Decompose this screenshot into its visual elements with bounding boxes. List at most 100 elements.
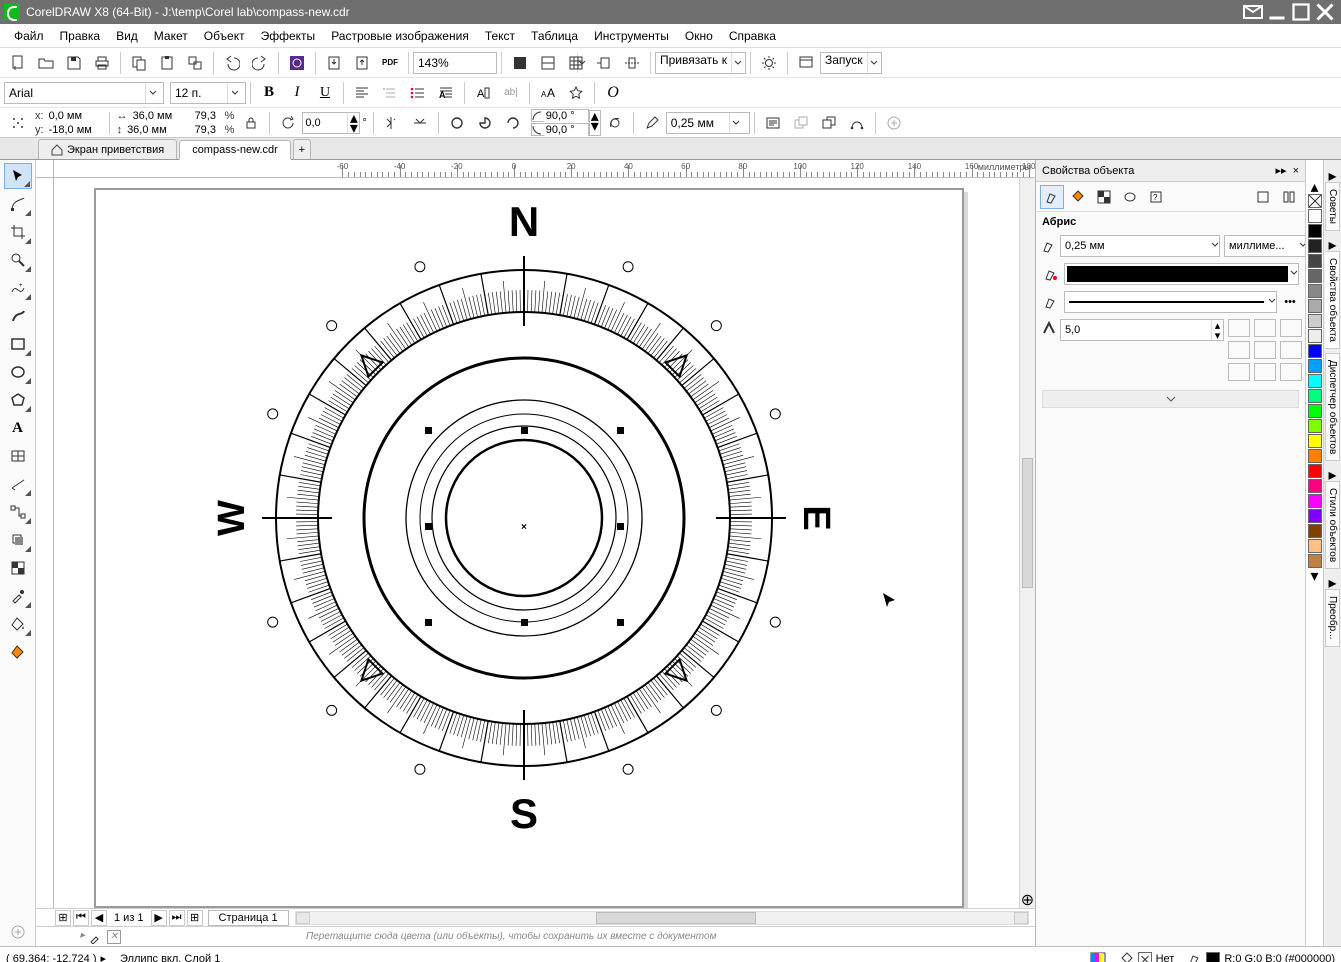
outline-color-field[interactable] xyxy=(1064,263,1299,285)
handle-w[interactable] xyxy=(425,523,432,530)
docker-tab-summary[interactable]: ? xyxy=(1144,185,1168,209)
edit-text-button[interactable]: ab| xyxy=(498,80,524,106)
rectangle-tool[interactable] xyxy=(4,331,32,357)
zoom-toggle-icon[interactable]: ⊕ xyxy=(1020,892,1035,908)
tab-add[interactable]: + xyxy=(293,139,311,159)
ellipse-tool[interactable] xyxy=(4,359,32,385)
cap-round[interactable] xyxy=(1254,341,1276,359)
palette-up-icon[interactable]: ▴ xyxy=(1310,180,1318,194)
font-dropdown[interactable] xyxy=(4,82,164,104)
ellipse-pie-button[interactable] xyxy=(472,110,498,136)
handle-ne[interactable] xyxy=(617,427,624,434)
swatch-14[interactable] xyxy=(1308,419,1322,433)
swatch-8[interactable] xyxy=(1308,329,1322,343)
font-value[interactable] xyxy=(5,83,145,103)
sidetab-transformations[interactable]: Преобр... xyxy=(1325,589,1340,647)
swatch-11[interactable] xyxy=(1308,374,1322,388)
swatch-22[interactable] xyxy=(1308,539,1322,553)
palette-down-icon[interactable]: ▾ xyxy=(1310,569,1318,583)
handle-n[interactable] xyxy=(521,427,528,434)
zoom-tool[interactable] xyxy=(4,247,32,273)
content-exchange-button[interactable] xyxy=(284,50,310,76)
menu-bitmaps[interactable]: Растровые изображения xyxy=(323,27,477,45)
pos-x-field[interactable]: x: xyxy=(32,109,105,122)
menu-edit[interactable]: Правка xyxy=(52,27,109,45)
page-add-after-button[interactable]: ⊞ xyxy=(187,910,203,926)
import-button[interactable] xyxy=(321,50,347,76)
swatch-13[interactable] xyxy=(1308,404,1322,418)
swatch-17[interactable] xyxy=(1308,464,1322,478)
print-button[interactable] xyxy=(89,50,115,76)
zoom-dropdown[interactable] xyxy=(413,52,497,74)
corner-round[interactable] xyxy=(1254,319,1276,337)
swatch-20[interactable] xyxy=(1308,509,1322,523)
swatch-4[interactable] xyxy=(1308,269,1322,283)
minimize-button[interactable] xyxy=(1265,2,1289,22)
handle-e[interactable] xyxy=(617,523,624,530)
quick-customize-tools[interactable] xyxy=(4,919,32,945)
font-variation-button[interactable]: O xyxy=(600,80,626,106)
height-field[interactable]: ↕ xyxy=(114,123,189,136)
pos-outside[interactable] xyxy=(1228,363,1250,381)
docker-view-single[interactable] xyxy=(1251,185,1275,209)
menu-tools[interactable]: Инструменты xyxy=(586,27,677,45)
swatch-15[interactable] xyxy=(1308,434,1322,448)
pos-center[interactable] xyxy=(1254,363,1276,381)
scale-y-field[interactable]: % xyxy=(193,123,238,136)
handle-sw[interactable] xyxy=(425,619,432,626)
options-button[interactable] xyxy=(756,50,782,76)
pos-inside[interactable] xyxy=(1280,363,1302,381)
launch-icon[interactable] xyxy=(793,50,819,76)
copy-button[interactable] xyxy=(126,50,152,76)
sidetab-hints[interactable]: Советы xyxy=(1325,182,1340,231)
sidetab-object-properties[interactable]: Свойства объекта xyxy=(1325,251,1340,349)
page-add-button[interactable]: ⊞ xyxy=(55,910,71,926)
docker-tab-outline[interactable] xyxy=(1040,185,1064,209)
swatch-5[interactable] xyxy=(1308,284,1322,298)
status-fill[interactable]: Нет xyxy=(1120,952,1175,962)
arc-direction-button[interactable] xyxy=(602,110,628,136)
mirror-h-button[interactable] xyxy=(379,110,405,136)
snap-dropdown[interactable]: Привязать к xyxy=(655,52,746,74)
dropcap-button[interactable]: A xyxy=(433,80,459,106)
menu-layout[interactable]: Макет xyxy=(146,27,196,45)
swatch-18[interactable] xyxy=(1308,479,1322,493)
docker-tab-transparency[interactable] xyxy=(1092,185,1116,209)
dynamic-guides-button[interactable] xyxy=(591,50,617,76)
pdf-button[interactable]: PDF xyxy=(377,50,403,76)
menu-object[interactable]: Объект xyxy=(196,27,253,45)
ruler-horizontal[interactable]: миллиметры -60-40-2002040608010012014016… xyxy=(54,160,1035,178)
notifications-icon[interactable] xyxy=(1241,2,1265,22)
rotation-field[interactable]: ▴▾ xyxy=(302,112,360,134)
hscroll-right[interactable] xyxy=(1014,912,1028,924)
swatch-0[interactable] xyxy=(1308,209,1322,223)
favorites-button[interactable] xyxy=(563,80,589,106)
menu-help[interactable]: Справка xyxy=(721,27,784,45)
menu-file[interactable]: Файл xyxy=(6,27,52,45)
page-first-button[interactable]: ⏮ xyxy=(73,910,89,926)
swatch-3[interactable] xyxy=(1308,254,1322,268)
document-palette[interactable]: ▸ ✕ Перетащите сюда цвета (или объекты),… xyxy=(36,926,1035,946)
guides-button[interactable] xyxy=(563,50,589,76)
corner-bevel[interactable] xyxy=(1280,319,1302,337)
menu-window[interactable]: Окно xyxy=(677,27,721,45)
ruler-origin[interactable] xyxy=(36,160,54,178)
text-tool[interactable]: A xyxy=(4,415,32,441)
vscroll-thumb[interactable] xyxy=(1022,458,1033,588)
cap-square[interactable] xyxy=(1280,341,1302,359)
fullscreen-button[interactable] xyxy=(507,50,533,76)
status-colormode-icon[interactable] xyxy=(1090,952,1106,962)
docker-close-icon[interactable]: × xyxy=(1293,165,1299,177)
to-front-button[interactable] xyxy=(788,110,814,136)
open-button[interactable] xyxy=(33,50,59,76)
sidetab-object-manager[interactable]: Диспетчер объектов xyxy=(1325,353,1340,461)
menu-text[interactable]: Текст xyxy=(477,27,523,45)
outline-style-field[interactable] xyxy=(1064,291,1277,313)
bold-button[interactable]: B xyxy=(256,80,282,106)
char-format-button[interactable]: A xyxy=(470,80,496,106)
increase-size-button[interactable]: AA xyxy=(535,80,561,106)
clone-button[interactable] xyxy=(182,50,208,76)
eyedropper-palette-icon[interactable] xyxy=(89,930,103,944)
align-left-button[interactable] xyxy=(349,80,375,106)
sidetab-arrow2-icon[interactable]: ▸ xyxy=(1328,235,1336,251)
